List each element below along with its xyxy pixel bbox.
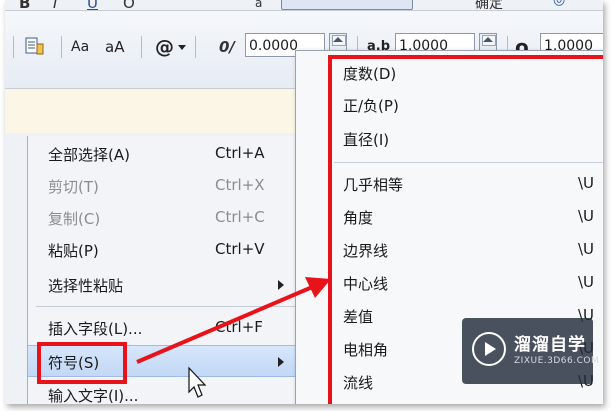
watermark: 溜溜自学 ZIXUE.3D66.COM [462,318,599,384]
watermark-url: ZIXUE.3D66.COM [514,356,600,366]
mouse-cursor-icon [188,366,207,398]
play-logo-icon [472,332,506,366]
annotation-arrow [136,283,318,364]
watermark-name: 溜溜自学 [514,335,586,355]
app-window: B I U O a 确定 ◎ Aa aA @ 0/ 0.0000 a.b 1.0… [5,0,603,404]
